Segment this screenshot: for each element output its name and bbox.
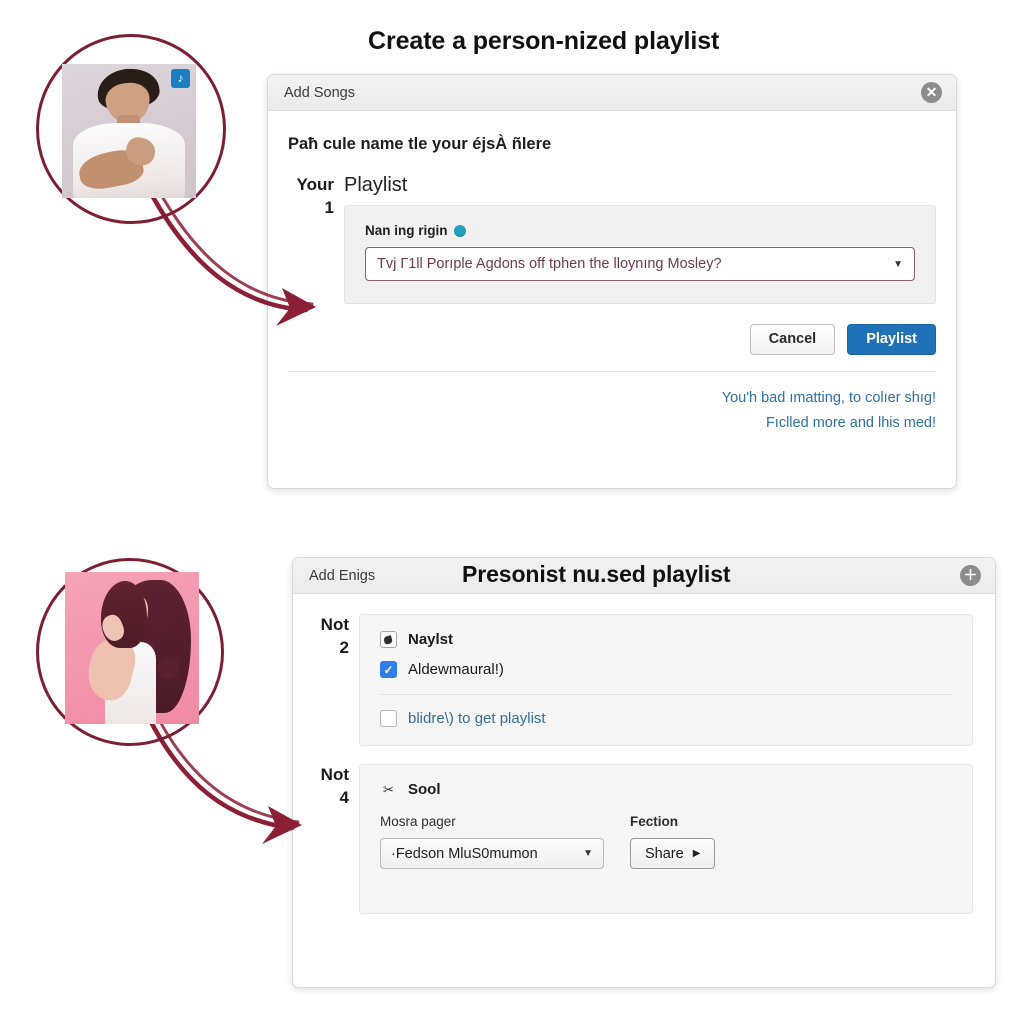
dialog-prompt: Paħ cule name tle your éjsÀ ñlere xyxy=(288,135,552,153)
field-label-row: Nan ing rigin xyxy=(365,223,915,238)
step-tag-two: Not 2 xyxy=(303,614,359,660)
checkbox-empty-icon[interactable] xyxy=(380,710,397,727)
dialog-button-row: Cancel Playlist xyxy=(344,324,936,355)
card-divider xyxy=(380,694,952,695)
avatar-artwork xyxy=(65,572,199,724)
checkbox-marked-icon[interactable] xyxy=(380,631,397,648)
scissors-icon: ✂ xyxy=(383,782,394,797)
checkbox-checked-icon[interactable]: ✓ xyxy=(380,661,397,678)
step-tag-label: Not xyxy=(320,615,349,634)
page-select-value: ·Fedson MluS0mumon xyxy=(391,845,538,862)
field-label-text: Nan ing rigin xyxy=(365,223,448,238)
options-card: Νaylst ✓ Aldewmaural!) blidre\) to get p… xyxy=(359,614,973,746)
option-label: Aldewmaural!) xyxy=(408,661,504,678)
option-row-get-playlist[interactable]: blidre\) to get playlist xyxy=(380,710,952,727)
avatar-image-woman xyxy=(65,572,199,724)
page-select-group: Mosra pager ·Fedson MluS0mumon ▼ xyxy=(380,814,604,869)
panel-card-row-two: Not 2 Νaylst ✓ Aldewmaural!) blidre\) to… xyxy=(303,614,973,746)
add-enigs-panel: Add Enigs ＋ Not 2 Νaylst ✓ Aldewmaural!)… xyxy=(292,557,996,988)
callout-photo-woman xyxy=(36,558,236,758)
option-label: blidre\) to get playlist xyxy=(408,710,546,727)
avatar-image-man: ♪ xyxy=(62,64,196,198)
top-figure-heading: Create a person-nized playlist xyxy=(368,27,720,55)
plus-icon[interactable]: ＋ xyxy=(960,565,981,586)
panel-card-row-four: Not 4 ✂ Sool Mosra pager ·Fedson MluS0mu… xyxy=(303,764,973,914)
share-label: Fection xyxy=(630,814,679,829)
share-group: Fection Share ▶ xyxy=(630,814,716,869)
close-icon[interactable]: ✕ xyxy=(921,82,942,103)
dialog-footer-links: You'h bad ımatting, to colıer shıɡ! Fıсl… xyxy=(288,386,936,437)
dialog-title: Add Songs xyxy=(284,84,355,101)
playlist-section: Your 1 Playlist Nan ing rigin Tvј Г1ll P… xyxy=(288,174,936,355)
option-label: Νaylst xyxy=(408,631,454,648)
step-tag-number: 2 xyxy=(339,637,349,657)
naming-card: Nan ing rigin Tvј Г1ll Porıple Agdons of… xyxy=(344,205,936,304)
info-icon[interactable] xyxy=(453,224,466,237)
music-badge-icon: ♪ xyxy=(171,69,190,88)
page-stage: Create a person-nized playlist ♪ Add Son… xyxy=(0,0,1024,1024)
playlist-section-content: Playlist Nan ing rigin Tvј Г1ll Porıple … xyxy=(344,174,936,355)
footer-link-two[interactable]: Fıсlled more and lhis med! xyxy=(288,411,936,436)
chevron-down-icon: ▼ xyxy=(583,848,593,859)
avatar-artwork: ♪ xyxy=(62,64,196,198)
section-title: Playlist xyxy=(344,174,408,196)
origin-select-value: Tvј Г1ll Porıple Agdons off tphen the ll… xyxy=(377,256,722,272)
dialog-titlebar: Add Songs ✕ xyxy=(268,75,956,111)
bottom-figure-heading: Presonist nu.sed playlist xyxy=(462,561,731,587)
playlist-button[interactable]: Playlist xyxy=(847,324,936,355)
tools-controls-row: Mosra pager ·Fedson MluS0mumon ▼ Fection… xyxy=(380,814,952,869)
panel-body: Not 2 Νaylst ✓ Aldewmaural!) blidre\) to… xyxy=(293,594,995,936)
cancel-button[interactable]: Cancel xyxy=(749,324,836,355)
tools-card-title: Sool xyxy=(408,781,441,798)
share-button-label: Share xyxy=(645,845,684,862)
origin-select[interactable]: Tvј Г1ll Porıple Agdons off tphen the ll… xyxy=(365,247,915,281)
option-row-aldewmaural[interactable]: ✓ Aldewmaural!) xyxy=(380,661,952,678)
dialog-body: Paħ cule name tle your éjsÀ ñlere Your 1… xyxy=(268,111,956,451)
page-select-label: Mosra pager xyxy=(380,814,456,829)
chevron-down-icon: ▼ xyxy=(893,258,903,270)
add-songs-dialog: Add Songs ✕ Paħ cule name tle your éjsÀ … xyxy=(267,74,957,489)
option-row-maylst[interactable]: Νaylst xyxy=(380,631,952,648)
share-button[interactable]: Share ▶ xyxy=(630,838,716,869)
tools-card: ✂ Sool Mosra pager ·Fedson MluS0mumon ▼ xyxy=(359,764,973,914)
callout-photo-man: ♪ xyxy=(36,34,236,230)
footer-link-one[interactable]: You'h bad ımatting, to colıer shıɡ! xyxy=(288,386,936,411)
page-select[interactable]: ·Fedson MluS0mumon ▼ xyxy=(380,838,604,869)
play-triangle-icon: ▶ xyxy=(692,848,701,859)
dialog-divider xyxy=(288,371,936,372)
tools-card-header: ✂ Sool xyxy=(380,781,952,798)
